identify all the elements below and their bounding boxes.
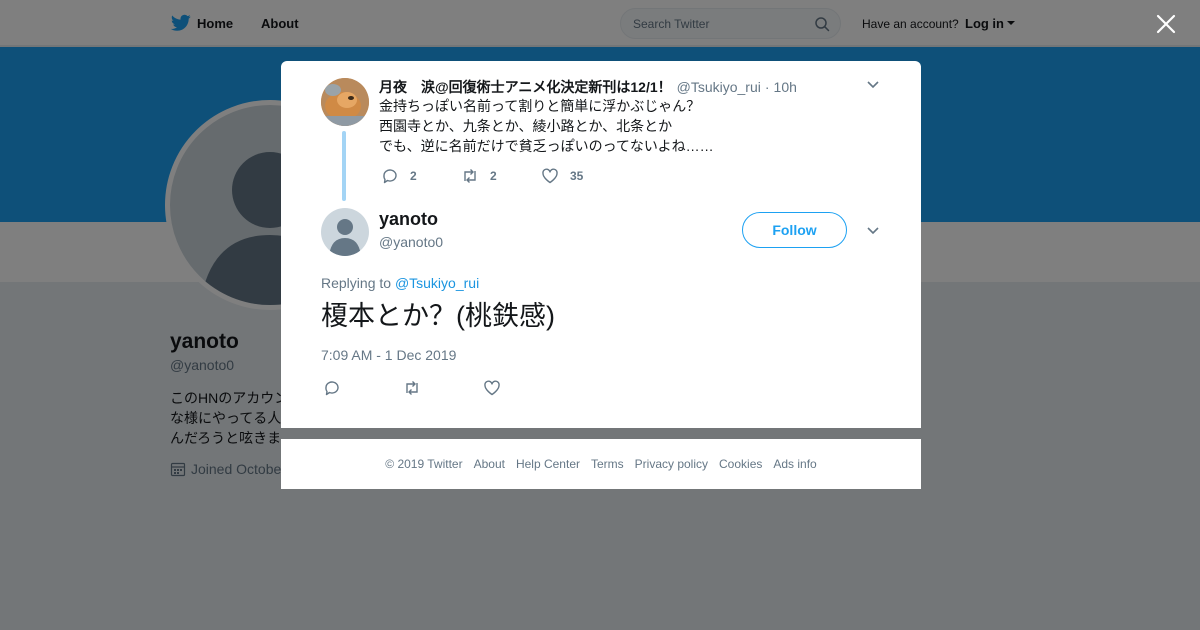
- retweet-icon: [406, 381, 418, 395]
- chevron-down-icon[interactable]: [867, 227, 879, 235]
- default-avatar-icon: [329, 219, 361, 256]
- footer-terms-link[interactable]: Terms: [591, 457, 624, 471]
- context-reply-count: 2: [410, 169, 417, 183]
- context-retweet-button[interactable]: 2: [461, 167, 497, 185]
- context-tweet-header: 月夜 涙@回復術士アニメ化決定新刊は12/1！ @Tsukiyo_rui · 10h: [379, 77, 797, 97]
- modal-footer: © 2019 Twitter About Help Center Terms P…: [281, 439, 921, 489]
- context-tweet-avatar[interactable]: [321, 78, 369, 126]
- retweet-button[interactable]: [403, 379, 432, 397]
- replying-to-link[interactable]: @Tsukiyo_rui: [395, 275, 479, 291]
- footer-about-link[interactable]: About: [474, 457, 505, 471]
- context-like-button[interactable]: 35: [541, 167, 583, 185]
- main-tweet-name[interactable]: yanoto: [379, 209, 438, 230]
- follow-button[interactable]: Follow: [742, 212, 847, 248]
- main-tweet-timestamp[interactable]: 7:09 AM - 1 Dec 2019: [321, 347, 456, 363]
- main-tweet-avatar[interactable]: [321, 208, 369, 256]
- replying-to-prefix: Replying to: [321, 275, 392, 291]
- context-tweet-name[interactable]: 月夜 涙@回復術士アニメ化決定新刊は12/1！: [379, 79, 672, 95]
- context-tweet-time[interactable]: 10h: [774, 79, 797, 95]
- footer-copyright: © 2019 Twitter: [385, 457, 463, 471]
- context-tweet-separator: ·: [764, 79, 770, 95]
- reply-button[interactable]: [323, 379, 352, 397]
- main-tweet-text: 榎本とか？(桃鉄感): [321, 301, 555, 331]
- footer-help-link[interactable]: Help Center: [516, 457, 580, 471]
- like-button[interactable]: [483, 379, 512, 397]
- footer-ads-link[interactable]: Ads info: [773, 457, 816, 471]
- tweet-permalink-modal: 月夜 涙@回復術士アニメ化決定新刊は12/1！ @Tsukiyo_rui · 10h …: [281, 61, 921, 428]
- context-like-count: 35: [570, 169, 584, 183]
- close-icon[interactable]: [1155, 13, 1177, 35]
- retweet-icon: [464, 169, 476, 183]
- main-tweet-handle[interactable]: @yanoto0: [379, 234, 443, 250]
- footer-privacy-link[interactable]: Privacy policy: [635, 457, 708, 471]
- chevron-down-icon[interactable]: [867, 81, 879, 89]
- reply-icon: [325, 381, 339, 396]
- context-tweet-text: 金持ちっぽい名前って割りと簡単に浮かぶじゃん？ 西園寺とか、九条とか、綾小路とか…: [379, 98, 714, 154]
- heart-icon: [542, 168, 558, 184]
- heart-icon: [484, 380, 500, 396]
- footer-cookies-link[interactable]: Cookies: [719, 457, 762, 471]
- replying-to: Replying to @Tsukiyo_rui: [321, 275, 479, 291]
- context-retweet-count: 2: [490, 169, 497, 183]
- context-tweet-handle[interactable]: @Tsukiyo_rui: [677, 79, 761, 95]
- reply-icon: [383, 169, 397, 184]
- thread-connector-line: [342, 131, 346, 201]
- context-reply-button[interactable]: 2: [381, 167, 417, 185]
- avatar-image: [321, 78, 369, 126]
